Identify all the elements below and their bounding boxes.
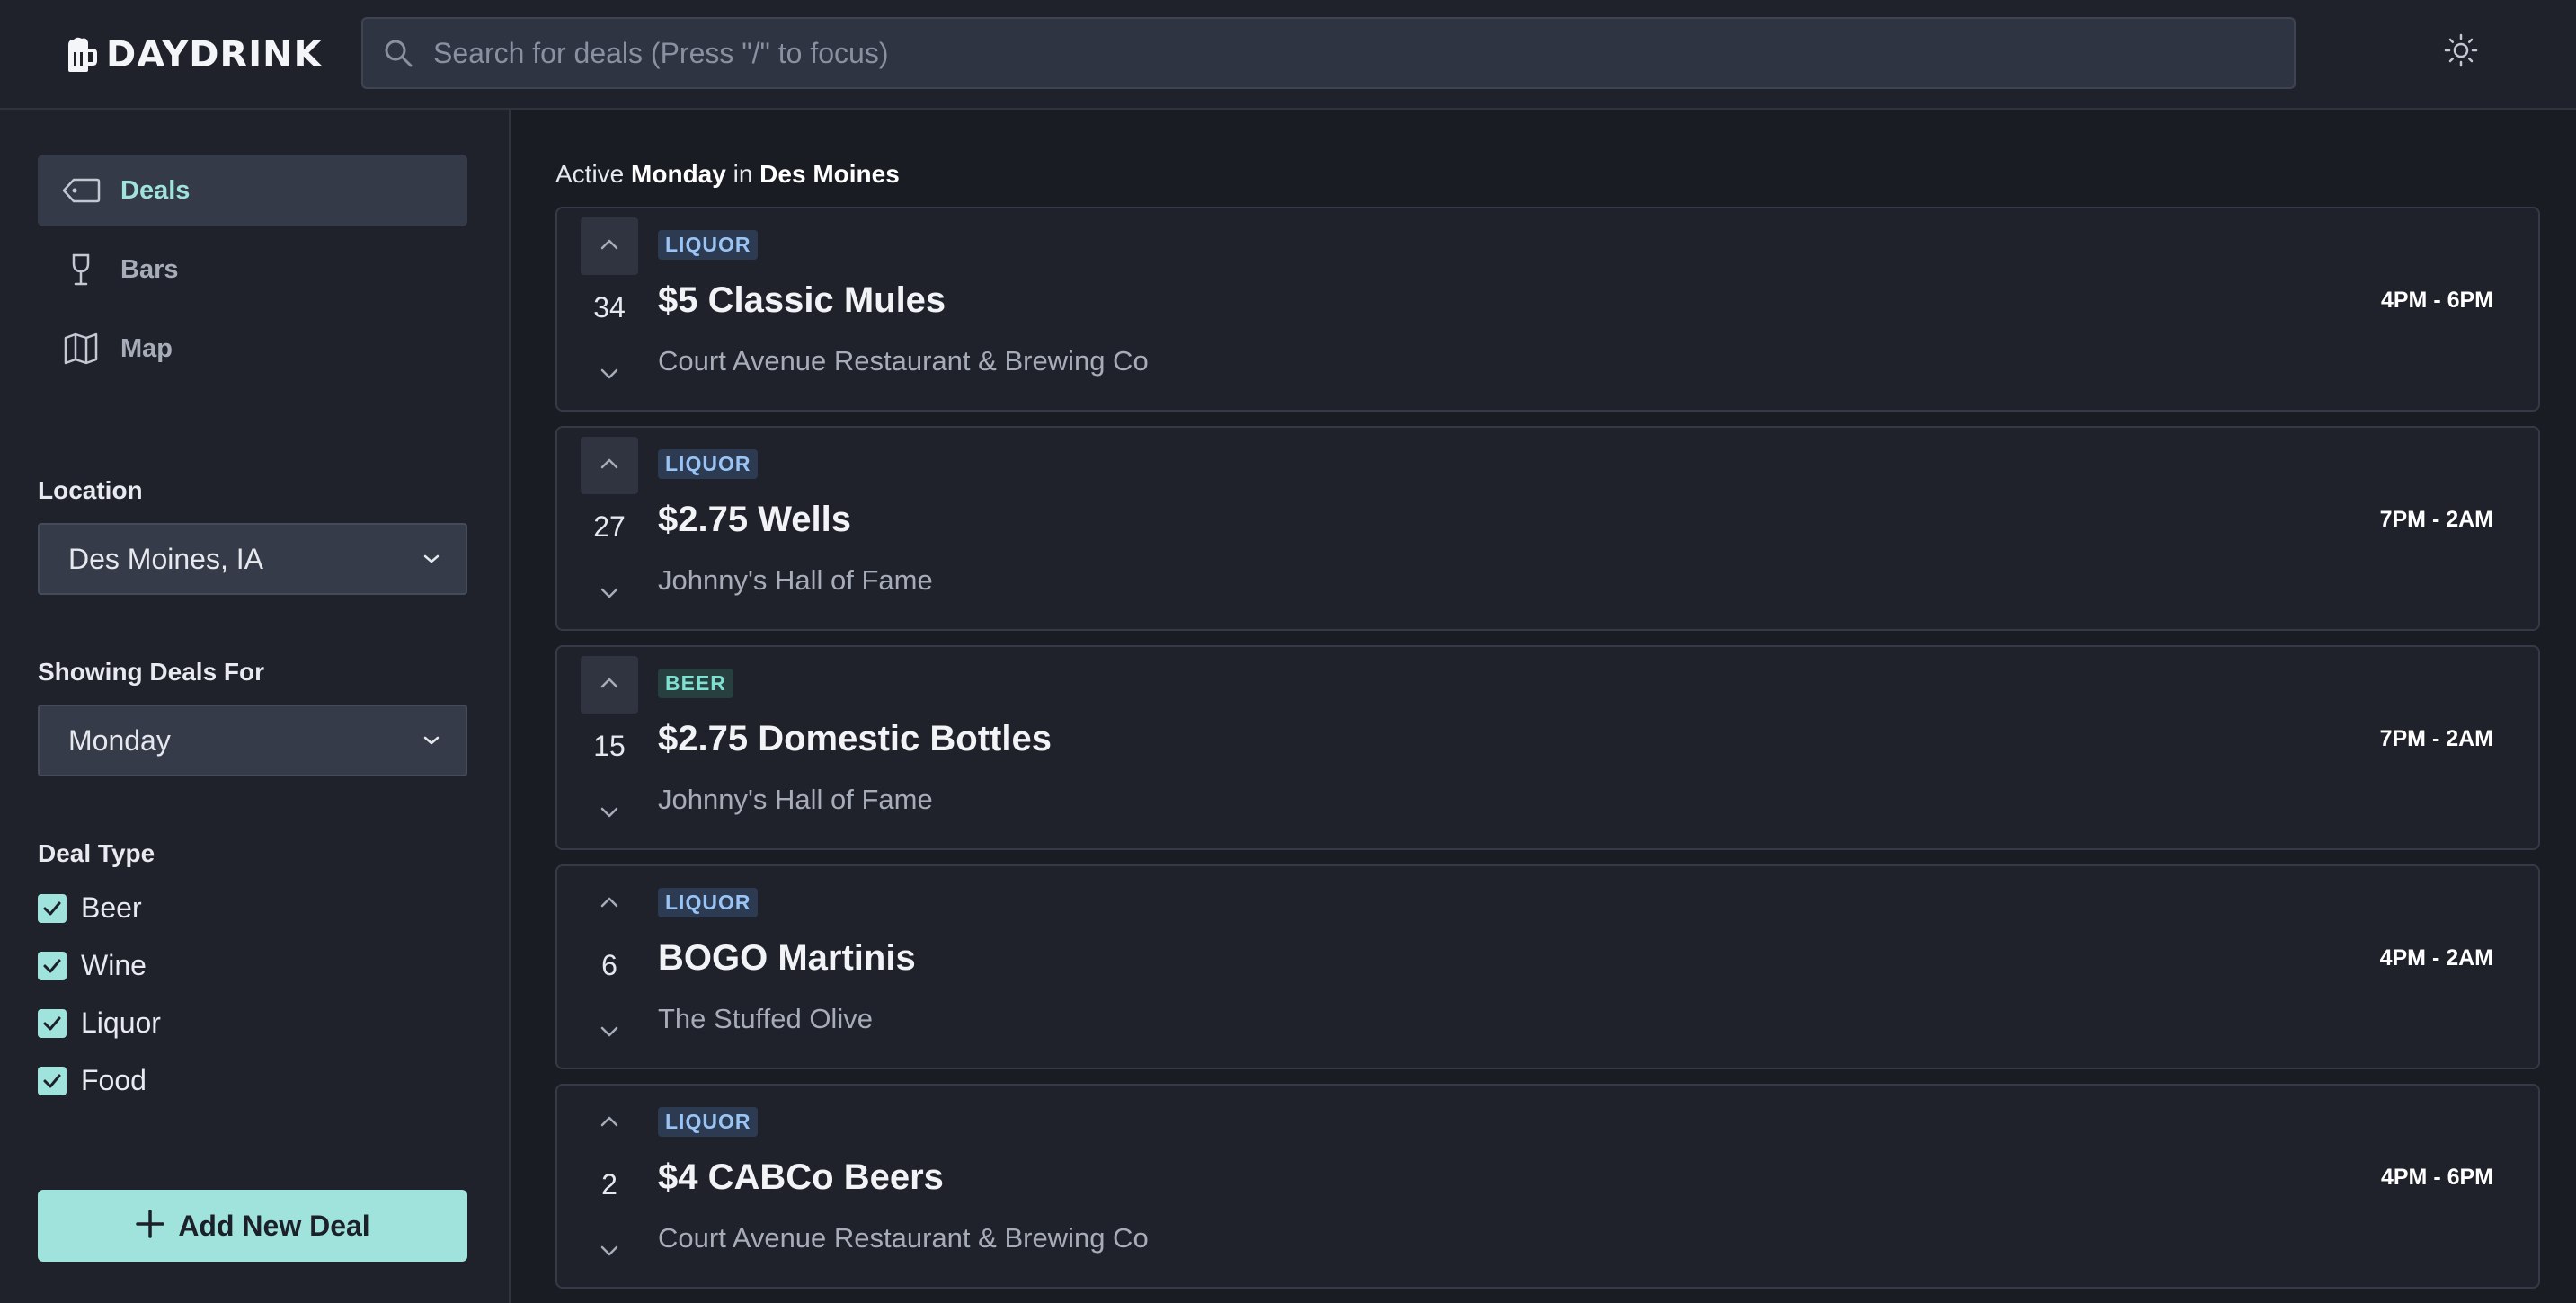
deal-type-badge: LIQUOR (658, 1107, 759, 1137)
deal-title[interactable]: BOGO Martinis (658, 938, 916, 979)
chevron-up-icon (600, 896, 619, 913)
chevron-down-icon (600, 587, 619, 604)
day-value: Monday (68, 723, 171, 757)
checkbox-food[interactable]: Food (38, 1064, 147, 1097)
deal-card[interactable]: 6 LIQUOR BOGO Martinis The Stuffed Olive… (555, 864, 2540, 1069)
upvote-button[interactable] (581, 437, 638, 494)
deal-type-badge: LIQUOR (658, 888, 759, 917)
active-joiner: in (733, 160, 753, 188)
chevron-down-icon (600, 1025, 619, 1042)
deal-type-label: Deal Type (38, 839, 155, 867)
deal-time: 4PM - 6PM (2380, 1165, 2493, 1190)
chevron-down-icon (600, 1245, 619, 1262)
day-label: Showing Deals For (38, 658, 265, 686)
plus-icon (135, 1209, 165, 1244)
checkbox-liquor[interactable]: Liquor (38, 1006, 161, 1040)
chevron-down-icon (422, 554, 440, 564)
deal-bar-name[interactable]: The Stuffed Olive (658, 1003, 873, 1035)
deal-card[interactable]: 34 LIQUOR $5 Classic Mules Court Avenue … (555, 207, 2540, 412)
sidebar: Deals Bars Map Location Des Moines, IA S… (0, 110, 511, 1303)
nav-item-map[interactable]: Map (38, 313, 467, 385)
location-value: Des Moines, IA (68, 542, 263, 575)
top-bar: DAYDRINK (0, 0, 2576, 110)
add-new-deal-button[interactable]: Add New Deal (38, 1190, 467, 1262)
deal-bar-name[interactable]: Court Avenue Restaurant & Brewing Co (658, 345, 1149, 377)
active-filter-summary: Active Monday in Des Moines (555, 160, 900, 189)
deal-bar-name[interactable]: Court Avenue Restaurant & Brewing Co (658, 1222, 1149, 1254)
checkbox-label: Beer (81, 891, 142, 924)
active-city: Des Moines (759, 160, 900, 188)
location-label: Location (38, 476, 143, 504)
deal-card[interactable]: 2 LIQUOR $4 CABCo Beers Court Avenue Res… (555, 1084, 2540, 1289)
active-prefix: Active (555, 160, 625, 188)
sun-icon (2443, 32, 2479, 73)
downvote-button[interactable] (581, 793, 638, 836)
deal-card[interactable]: 15 BEER $2.75 Domestic Bottles Johnny's … (555, 645, 2540, 850)
check-icon[interactable] (38, 893, 67, 923)
chevron-up-icon (600, 457, 619, 474)
upvote-button[interactable] (581, 217, 638, 275)
chevron-up-icon (600, 238, 619, 255)
nav-label: Bars (120, 254, 179, 284)
check-icon[interactable] (38, 1066, 67, 1095)
active-day: Monday (631, 160, 726, 188)
deal-type-badge: LIQUOR (658, 230, 759, 260)
vote-count: 27 (593, 510, 626, 543)
chevron-down-icon (600, 806, 619, 823)
downvote-button[interactable] (581, 1012, 638, 1055)
deal-bar-name[interactable]: Johnny's Hall of Fame (658, 784, 933, 816)
search-bar[interactable] (361, 17, 2296, 89)
app-name: DAYDRINK (106, 34, 323, 75)
check-icon[interactable] (38, 1008, 67, 1038)
checkbox-label: Liquor (81, 1006, 161, 1039)
deal-time: 7PM - 2AM (2379, 726, 2493, 751)
map-icon (59, 332, 102, 366)
tag-icon (59, 177, 102, 204)
vote-count: 2 (601, 1168, 617, 1201)
check-icon[interactable] (38, 951, 67, 980)
chevron-up-icon (600, 1115, 619, 1132)
vote-count: 34 (593, 291, 626, 324)
deal-time: 4PM - 6PM (2380, 288, 2493, 313)
search-input[interactable] (431, 35, 2143, 71)
beer-mug-icon (65, 36, 97, 74)
deal-title[interactable]: $4 CABCo Beers (658, 1157, 944, 1198)
logo[interactable]: DAYDRINK (65, 34, 323, 75)
deal-card[interactable]: 27 LIQUOR $2.75 Wells Johnny's Hall of F… (555, 426, 2540, 631)
deal-title[interactable]: $2.75 Domestic Bottles (658, 719, 1052, 759)
upvote-button[interactable] (581, 656, 638, 714)
deal-bar-name[interactable]: Johnny's Hall of Fame (658, 564, 933, 597)
location-select[interactable]: Des Moines, IA (38, 523, 467, 595)
wine-glass-icon (59, 253, 102, 287)
downvote-button[interactable] (581, 1231, 638, 1274)
day-select[interactable]: Monday (38, 705, 467, 776)
nav-label: Map (120, 333, 173, 363)
deal-type-badge: BEER (658, 669, 733, 698)
search-icon (383, 38, 413, 68)
downvote-button[interactable] (581, 573, 638, 616)
deal-title[interactable]: $2.75 Wells (658, 500, 851, 540)
deal-time: 7PM - 2AM (2379, 507, 2493, 532)
vote-count: 6 (601, 949, 617, 981)
deal-title[interactable]: $5 Classic Mules (658, 280, 946, 321)
nav-item-deals[interactable]: Deals (38, 155, 467, 226)
vote-count: 15 (593, 730, 626, 762)
chevron-down-icon (600, 368, 619, 385)
checkbox-beer[interactable]: Beer (38, 891, 142, 925)
theme-toggle-button[interactable] (2441, 32, 2481, 72)
chevron-up-icon (600, 677, 619, 694)
deal-time: 4PM - 2AM (2379, 945, 2493, 971)
checkbox-label: Food (81, 1064, 147, 1096)
chevron-down-icon (422, 735, 440, 746)
checkbox-label: Wine (81, 949, 147, 981)
nav-label: Deals (120, 175, 191, 205)
nav-item-bars[interactable]: Bars (38, 234, 467, 306)
upvote-button[interactable] (581, 875, 638, 933)
upvote-button[interactable] (581, 1095, 638, 1152)
checkbox-wine[interactable]: Wine (38, 949, 147, 982)
deal-type-badge: LIQUOR (658, 449, 759, 479)
add-new-deal-label: Add New Deal (178, 1209, 370, 1242)
downvote-button[interactable] (581, 354, 638, 397)
